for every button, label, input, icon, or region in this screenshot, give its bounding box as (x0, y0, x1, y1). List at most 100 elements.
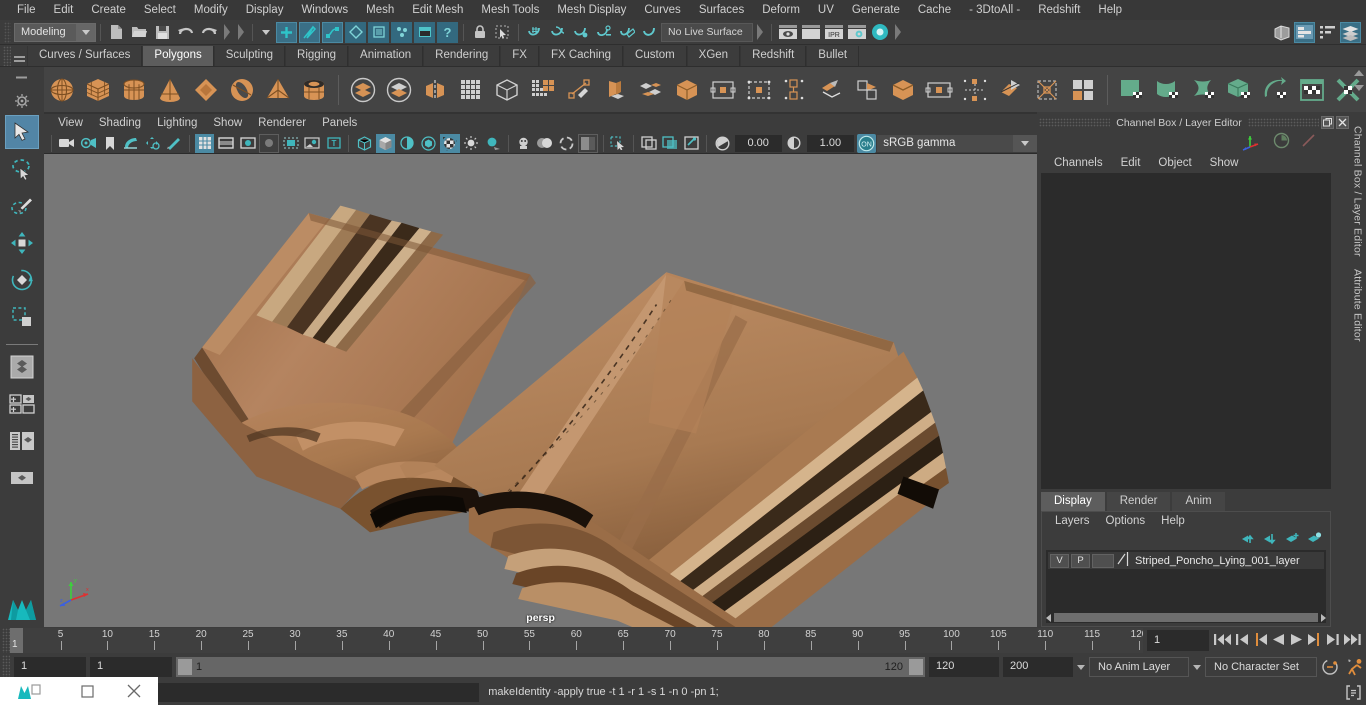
rotate-tool-icon[interactable] (5, 263, 39, 297)
shelf-tab-animation[interactable]: Animation (348, 46, 424, 66)
menu-uv[interactable]: UV (809, 0, 843, 20)
menu-edit[interactable]: Edit (45, 0, 83, 20)
viewport-menu-show[interactable]: Show (205, 114, 250, 133)
maya-app-icon[interactable] (0, 677, 64, 705)
3d-viewport[interactable]: z x y persp (44, 154, 1037, 627)
menu-windows[interactable]: Windows (292, 0, 357, 20)
show-hide-attribute-editor-icon[interactable] (1294, 21, 1315, 43)
layer-name[interactable]: Striped_Poncho_Lying_001_layer (1131, 555, 1300, 567)
shelf-tab-xgen[interactable]: XGen (686, 46, 741, 66)
poke-face-icon[interactable] (1030, 72, 1064, 108)
select-by-object-icon[interactable] (299, 21, 320, 43)
range-start-handle[interactable] (178, 659, 192, 675)
target-weld-icon[interactable] (850, 72, 884, 108)
list-item[interactable]: V P Striped_Poncho_Lying_001_layer (1048, 552, 1324, 569)
maximize-icon[interactable] (64, 677, 111, 705)
merge-vertices-icon[interactable] (922, 72, 956, 108)
channel-box-menu-channels[interactable]: Channels (1045, 153, 1112, 173)
script-editor-icon[interactable] (1346, 685, 1366, 700)
viewport-menu-view[interactable]: View (50, 114, 91, 133)
range-start-field[interactable]: 1 (90, 657, 172, 677)
close-icon[interactable] (1336, 116, 1349, 129)
undock-icon[interactable] (1321, 116, 1334, 129)
poly-torus-icon[interactable] (225, 72, 259, 108)
film-gate-icon[interactable] (216, 134, 235, 153)
range-end-handle[interactable] (909, 659, 923, 675)
play-forwards-icon[interactable] (1289, 632, 1304, 650)
select-by-component-icon[interactable] (322, 21, 343, 43)
menu-mesh-display[interactable]: Mesh Display (548, 0, 635, 20)
shelf-tab-rigging[interactable]: Rigging (285, 46, 349, 66)
poly-pyramid-icon[interactable] (261, 72, 295, 108)
live-surface-field[interactable]: No Live Surface (661, 22, 753, 42)
show-hide-modeling-toolkit-icon[interactable] (1271, 22, 1292, 43)
range-end-field[interactable]: 120 (929, 657, 999, 677)
poly-cube-icon[interactable] (81, 72, 115, 108)
smooth-shade-all-icon[interactable] (375, 133, 396, 153)
menu-cache[interactable]: Cache (909, 0, 960, 20)
extrude-icon[interactable] (562, 72, 596, 108)
exposure-icon[interactable] (712, 134, 731, 153)
range-slider-grip[interactable] (2, 654, 10, 680)
safe-title-icon[interactable]: T (324, 134, 343, 153)
shelf-tab-fx-caching[interactable]: FX Caching (538, 46, 624, 66)
go-to-end-icon[interactable] (1343, 632, 1362, 650)
add-divisions-icon[interactable] (526, 72, 560, 108)
layer-color-swatch-icon[interactable] (1116, 552, 1129, 569)
range-slider[interactable]: 1 120 (176, 657, 925, 677)
menu-select[interactable]: Select (135, 0, 185, 20)
shelf-tab-custom[interactable]: Custom (623, 46, 687, 66)
save-scene-icon[interactable] (152, 22, 173, 43)
screen-space-ambient-occlusion-icon[interactable] (514, 134, 533, 153)
append-polygon-icon[interactable] (778, 72, 812, 108)
move-tool-icon[interactable] (5, 226, 39, 260)
status-line-grip[interactable] (4, 21, 11, 43)
new-layer-from-selected-icon[interactable] (1307, 531, 1322, 548)
layer-list[interactable]: V P Striped_Poncho_Lying_001_layer (1046, 550, 1326, 612)
ipr-render-icon[interactable]: IPR (823, 22, 844, 43)
xray-active-components-icon[interactable] (682, 134, 701, 153)
layer-type-toggle[interactable] (1092, 553, 1114, 568)
step-back-key-icon[interactable] (1253, 632, 1268, 650)
new-layer-icon[interactable] (1285, 532, 1300, 548)
snap-to-curve-icon[interactable] (547, 22, 568, 43)
component-help-icon[interactable]: ? (437, 21, 458, 43)
make-live-icon[interactable] (639, 22, 660, 43)
xray-joints-icon[interactable] (660, 134, 679, 153)
xray-icon[interactable] (639, 134, 658, 153)
anim-layer-field[interactable]: No Anim Layer (1089, 657, 1189, 677)
wireframe-icon[interactable] (354, 134, 373, 153)
combine-icon[interactable] (454, 72, 488, 108)
bridge-icon[interactable] (742, 72, 776, 108)
component-uv-icon[interactable] (414, 21, 435, 43)
viewport-menu-panels[interactable]: Panels (314, 114, 365, 133)
field-chart-icon[interactable] (281, 134, 300, 153)
show-hide-tool-settings-icon[interactable] (1317, 22, 1338, 43)
grid-icon[interactable] (194, 133, 215, 153)
animation-end-field[interactable]: 200 (1003, 657, 1073, 677)
paint-select-tool-icon[interactable] (5, 189, 39, 223)
grease-pencil-icon[interactable] (165, 134, 184, 153)
new-scene-icon[interactable] (106, 22, 127, 43)
selection-mask-expand-right[interactable] (238, 24, 244, 40)
menu-mesh[interactable]: Mesh (357, 0, 403, 20)
render-expand-arrow[interactable] (895, 24, 901, 40)
shelf-settings-icon[interactable] (12, 93, 32, 109)
layer-playback-toggle[interactable]: P (1071, 553, 1090, 568)
open-scene-icon[interactable] (129, 22, 150, 43)
shadows-icon[interactable] (483, 134, 502, 153)
anim-layer-dropdown-icon[interactable] (1193, 664, 1201, 670)
persp-outliner-layout-icon[interactable] (5, 424, 39, 458)
time-slider[interactable]: 1 5 10 15 20 25 30 35 40 45 50 55 60 65 70 75 80 85 90 95 1… (10, 628, 1143, 653)
scroll-right-icon[interactable] (1321, 613, 1326, 622)
component-modify-icon[interactable] (958, 72, 992, 108)
persp-graph-editor-layout-icon[interactable] (5, 461, 39, 495)
move-layer-up-icon[interactable] (1241, 532, 1256, 548)
selection-mode-caret-icon[interactable] (262, 29, 270, 35)
live-surface-expand-arrow[interactable] (757, 24, 763, 40)
channel-box-menu-edit[interactable]: Edit (1112, 153, 1150, 173)
shelf-grip[interactable] (3, 46, 11, 66)
single-perspective-layout-icon[interactable] (5, 350, 39, 384)
color-profile-dropdown-icon[interactable] (1013, 134, 1038, 152)
poly-pipe-icon[interactable] (297, 72, 331, 108)
